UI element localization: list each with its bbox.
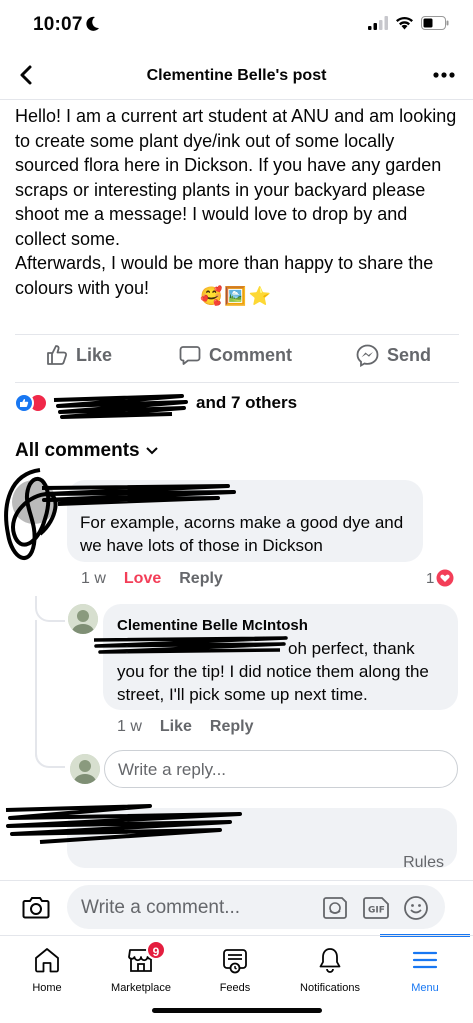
redaction-scribble (41, 484, 236, 506)
like-button[interactable]: Like (160, 718, 192, 736)
bell-icon (319, 948, 341, 973)
redaction-scribble (93, 636, 288, 654)
send-label: Send (387, 345, 432, 365)
page-title: Clementine Belle's post (146, 67, 327, 84)
redaction-scribble (4, 468, 58, 560)
tab-feeds[interactable]: Feeds (188, 936, 282, 1006)
feeds-icon (223, 949, 247, 974)
comment-composer: Write a comment... GIF (0, 880, 473, 932)
redaction-scribble (53, 394, 188, 419)
framed-picture-emoji: 🖼️ (224, 286, 247, 306)
more-icon (433, 72, 455, 78)
home-indicator (152, 1008, 322, 1013)
thread-line (35, 596, 65, 622)
comment-text: For example, acorns make a good dye and … (80, 513, 404, 555)
all-comments-label: All comments (15, 440, 140, 461)
post-actions: Like Comment Send (0, 340, 473, 378)
rules-link[interactable]: Rules (403, 854, 444, 872)
post-header: Clementine Belle's post (0, 50, 473, 100)
reply-text-line1: oh perfect, thank (288, 639, 415, 658)
tab-label: Notifications (300, 982, 360, 994)
reply-author: Clementine Belle McIntosh (117, 617, 308, 634)
tab-label: Marketplace (111, 982, 171, 994)
redaction-scribble (5, 804, 242, 844)
avatar[interactable] (68, 604, 98, 634)
like-label: Like (76, 344, 113, 365)
like-button[interactable]: Like (46, 344, 112, 366)
comment-input[interactable]: Write a comment... GIF (67, 885, 445, 929)
more-options-button[interactable] (429, 62, 459, 88)
tab-menu[interactable]: Menu (378, 936, 472, 1006)
love-reaction-button[interactable]: Love (124, 570, 161, 588)
comment-label: Comment (209, 344, 293, 365)
status-time: 10:07 (33, 14, 83, 35)
divider (15, 382, 459, 383)
tab-label: Home (32, 982, 62, 994)
comment-placeholder: Write a comment... (81, 897, 241, 918)
tab-label: Feeds (219, 982, 251, 994)
svg-text:GIF: GIF (368, 906, 385, 916)
comment-icon (179, 346, 201, 365)
bottom-tab-bar: Home 9 Marketplace Feeds Notifications M… (0, 935, 473, 1005)
send-button[interactable]: Send (356, 344, 431, 367)
reaction-count-number: 1 (426, 569, 435, 587)
tab-home[interactable]: Home (0, 936, 94, 1006)
reply-bubble[interactable]: Clementine Belle McIntosh oh perfect, th… (103, 604, 458, 710)
comment-age: 1 w (81, 570, 106, 587)
comment-reaction-count[interactable]: 1 (426, 569, 454, 587)
heart-reaction-icon (436, 569, 454, 587)
thumbs-up-icon (47, 345, 68, 365)
messenger-icon (356, 344, 379, 367)
reactions-count: and 7 others (196, 393, 298, 412)
comment-meta: 1 w Love Reply (81, 570, 223, 588)
avatar (70, 754, 100, 784)
gif-icon[interactable]: GIF (361, 895, 391, 921)
notification-badge: 9 (146, 940, 166, 960)
menu-icon (412, 951, 438, 969)
reply-button[interactable]: Reply (179, 570, 223, 588)
tab-label: Menu (411, 982, 439, 994)
divider (15, 334, 459, 335)
battery-icon (421, 16, 449, 30)
thread-line (35, 740, 65, 768)
reply-age: 1 w (117, 718, 142, 735)
avatar-sticker-icon[interactable] (321, 895, 349, 921)
wifi-icon (396, 16, 413, 30)
reply-button[interactable]: Reply (210, 718, 254, 736)
status-bar: 10:07 (0, 0, 473, 50)
avatar-image (68, 604, 98, 634)
post-emoji: 🥰 🖼️ ⭐ (200, 286, 271, 307)
smiling-face-hearts-emoji: 🥰 (200, 286, 223, 306)
signal-icon (368, 16, 388, 30)
comment-button[interactable]: Comment (179, 344, 292, 366)
tab-notifications[interactable]: Notifications (283, 936, 377, 1006)
emoji-icon[interactable] (403, 895, 429, 921)
star-emoji: ⭐ (248, 286, 272, 306)
reply-placeholder: Write a reply... (118, 760, 227, 779)
home-icon (35, 948, 59, 973)
like-reaction-icon (14, 393, 34, 413)
reply-input[interactable]: Write a reply... (104, 750, 458, 788)
status-icons (368, 16, 449, 30)
all-comments-filter[interactable]: All comments (15, 440, 158, 462)
post-body-text: Hello! I am a current art student at ANU… (15, 106, 457, 298)
avatar-image (70, 754, 100, 784)
tab-marketplace[interactable]: 9 Marketplace (94, 936, 188, 1006)
moon-icon (86, 16, 99, 31)
reply-meta: 1 w Like Reply (117, 718, 254, 736)
reply-text: you for the tip! I did notice them along… (117, 662, 429, 704)
chevron-down-icon (145, 447, 158, 455)
camera-icon[interactable] (22, 894, 50, 920)
